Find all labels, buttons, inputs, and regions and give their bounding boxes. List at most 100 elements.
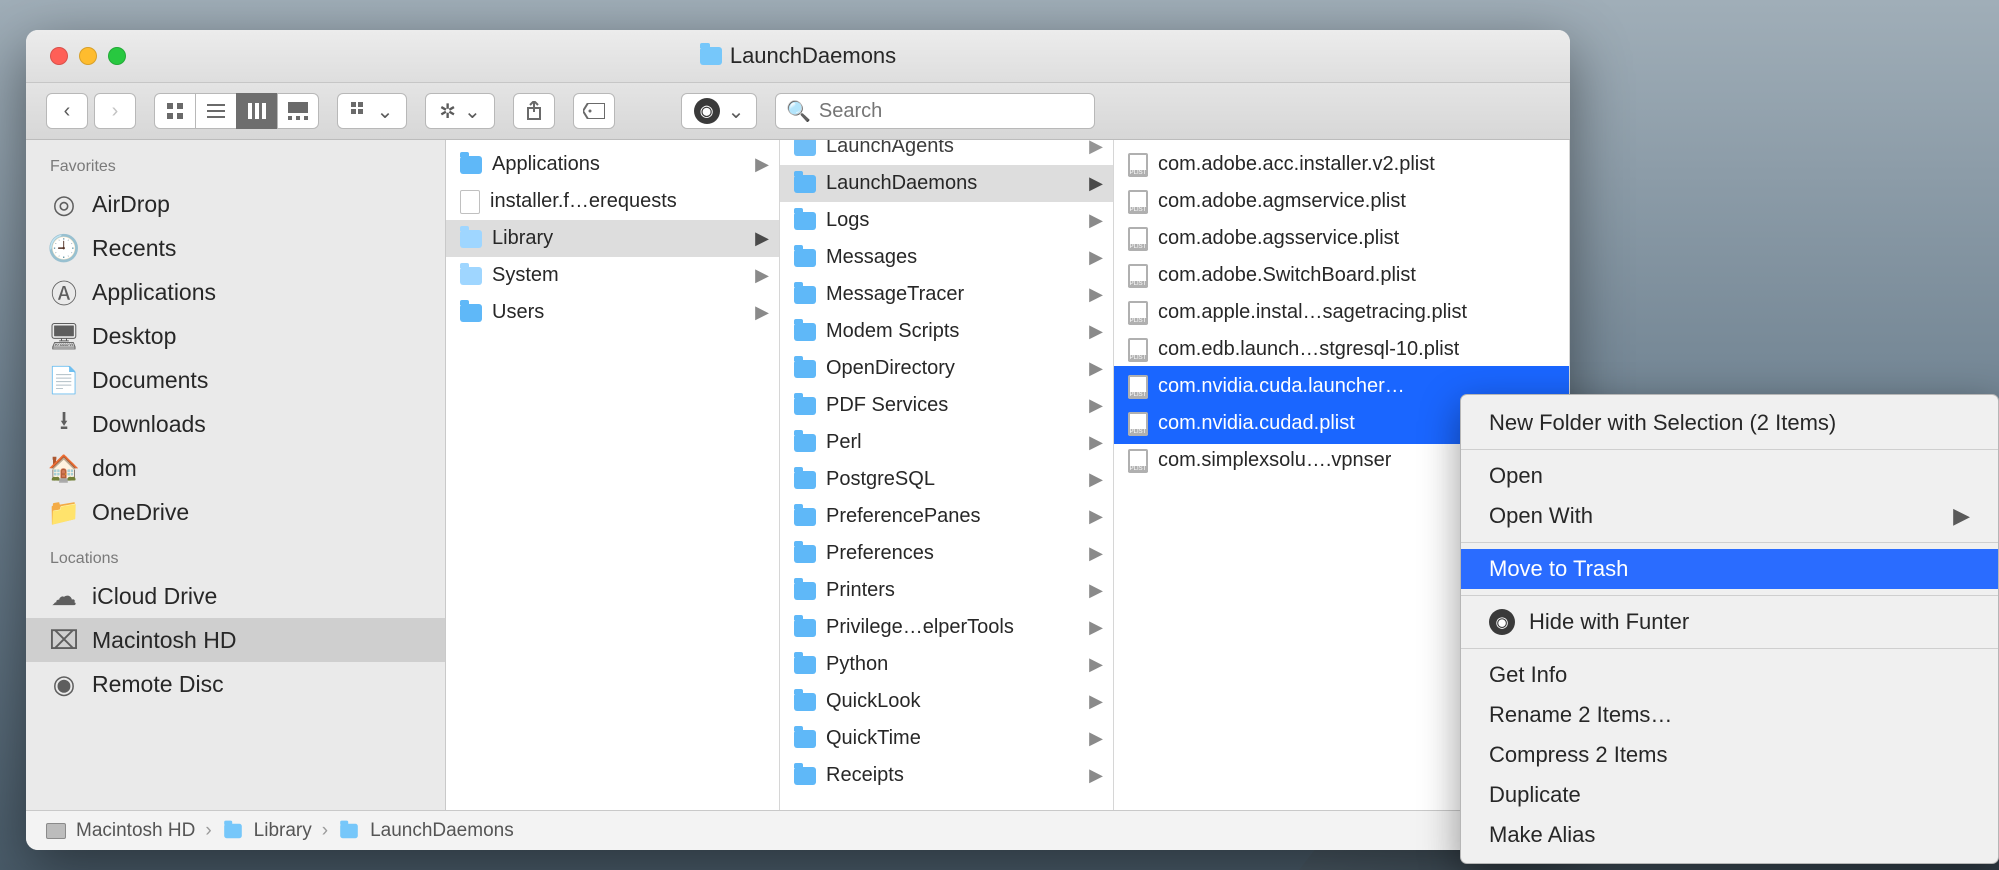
list-row[interactable]: Privilege…elperTools▶ (780, 609, 1113, 646)
row-label: com.apple.instal…sagetracing.plist (1158, 301, 1467, 324)
list-row[interactable]: Python▶ (780, 646, 1113, 683)
list-row[interactable]: Modem Scripts▶ (780, 313, 1113, 350)
sidebar-item-recents[interactable]: 🕘Recents (26, 226, 445, 270)
sidebar-item-macintosh-hd[interactable]: ⌧Macintosh HD (26, 618, 445, 662)
folder-icon (340, 823, 358, 837)
action-button[interactable]: ✲ ⌄ (425, 93, 495, 129)
plist-file-icon (1128, 375, 1148, 399)
sidebar-item-applications[interactable]: ⒶApplications (26, 270, 445, 314)
list-row[interactable]: Logs▶ (780, 202, 1113, 239)
menu-item[interactable]: Open With▶ (1461, 496, 1998, 536)
traffic-lights (26, 47, 126, 65)
list-row[interactable]: LaunchDaemons▶ (780, 165, 1113, 202)
list-row[interactable]: Messages▶ (780, 239, 1113, 276)
list-row[interactable]: installer.f…erequests (446, 183, 779, 220)
view-icons-button[interactable] (154, 93, 196, 129)
folder-icon (794, 360, 816, 378)
list-row[interactable]: Perl▶ (780, 424, 1113, 461)
zoom-window-button[interactable] (108, 47, 126, 65)
row-label: PreferencePanes (826, 505, 981, 528)
menu-item[interactable]: Get Info (1461, 655, 1998, 695)
menu-separator (1461, 542, 1998, 543)
menu-item[interactable]: Compress 2 Items (1461, 735, 1998, 775)
list-row[interactable]: com.adobe.agmservice.plist (1114, 183, 1569, 220)
minimize-window-button[interactable] (79, 47, 97, 65)
row-label: MessageTracer (826, 283, 964, 306)
list-row[interactable]: PostgreSQL▶ (780, 461, 1113, 498)
row-label: QuickTime (826, 727, 921, 750)
chevron-right-icon: ▶ (1089, 469, 1103, 490)
list-row[interactable]: com.apple.instal…sagetracing.plist (1114, 294, 1569, 331)
list-row[interactable]: Applications▶ (446, 146, 779, 183)
search-field[interactable]: 🔍 (775, 93, 1095, 129)
folder-icon (794, 619, 816, 637)
list-row[interactable]: com.edb.launch…stgresql-10.plist (1114, 331, 1569, 368)
folder-icon (700, 47, 722, 65)
group-by-button[interactable]: ⌄ (337, 93, 407, 129)
menu-item[interactable]: Make Alias (1461, 815, 1998, 855)
plist-file-icon (1128, 227, 1148, 251)
list-row[interactable]: com.adobe.acc.installer.v2.plist (1114, 146, 1569, 183)
chevron-down-icon: ⌄ (377, 99, 394, 124)
sidebar-item-home[interactable]: 🏠dom (26, 446, 445, 490)
sidebar-item-icloud[interactable]: ☁iCloud Drive (26, 574, 445, 618)
list-row[interactable]: OpenDirectory▶ (780, 350, 1113, 387)
view-gallery-button[interactable] (277, 93, 319, 129)
pathbar-item[interactable]: Library (254, 820, 312, 842)
row-label: com.nvidia.cuda.launcher… (1158, 375, 1405, 398)
menu-item[interactable]: Duplicate (1461, 775, 1998, 815)
row-label: System (492, 264, 559, 287)
funter-toggle-button[interactable]: ◉ ⌄ (681, 93, 757, 129)
list-row[interactable]: PDF Services▶ (780, 387, 1113, 424)
sidebar-item-airdrop[interactable]: ◎AirDrop (26, 182, 445, 226)
list-row[interactable]: MessageTracer▶ (780, 276, 1113, 313)
chevron-right-icon: ▶ (1953, 503, 1970, 529)
chevron-right-icon: ▶ (1089, 543, 1103, 564)
sidebar-item-remote-disc[interactable]: ◉Remote Disc (26, 662, 445, 706)
sidebar-item-onedrive[interactable]: 📁OneDrive (26, 490, 445, 534)
list-row[interactable]: LaunchAgents▶ (780, 140, 1113, 165)
column-library: LaunchAgents▶LaunchDaemons▶Logs▶Messages… (780, 140, 1114, 810)
list-row[interactable]: Users▶ (446, 294, 779, 331)
apps-icon: Ⓐ (50, 278, 78, 306)
folder-icon (794, 249, 816, 267)
list-row[interactable]: QuickTime▶ (780, 720, 1113, 757)
list-row[interactable]: Library▶ (446, 220, 779, 257)
sidebar-section-header: Locations (26, 544, 445, 574)
menu-item[interactable]: Move to Trash (1461, 549, 1998, 589)
list-row[interactable]: PreferencePanes▶ (780, 498, 1113, 535)
pathbar-item[interactable]: Macintosh HD (76, 820, 195, 842)
hd-icon (46, 823, 66, 839)
back-button[interactable]: ‹ (46, 93, 88, 129)
list-row[interactable]: Preferences▶ (780, 535, 1113, 572)
menu-item[interactable]: New Folder with Selection (2 Items) (1461, 403, 1998, 443)
sidebar-item-desktop[interactable]: 🖥Desktop (26, 314, 445, 358)
list-row[interactable]: Receipts▶ (780, 757, 1113, 794)
menu-item[interactable]: Rename 2 Items… (1461, 695, 1998, 735)
gear-icon: ✲ (439, 99, 456, 124)
menu-item-label: Open (1489, 463, 1543, 489)
list-icon (207, 102, 225, 120)
forward-button[interactable]: › (94, 93, 136, 129)
pathbar-item[interactable]: LaunchDaemons (370, 820, 514, 842)
tags-button[interactable] (573, 93, 615, 129)
chevron-right-icon: ▶ (1089, 395, 1103, 416)
list-row[interactable]: com.adobe.agsservice.plist (1114, 220, 1569, 257)
menu-item[interactable]: Open (1461, 456, 1998, 496)
folder-icon (794, 767, 816, 785)
close-window-button[interactable] (50, 47, 68, 65)
disc-icon: ◉ (50, 670, 78, 698)
list-row[interactable]: Printers▶ (780, 572, 1113, 609)
folder-icon (794, 545, 816, 563)
list-row[interactable]: System▶ (446, 257, 779, 294)
search-input[interactable] (819, 100, 1084, 123)
sidebar-item-downloads[interactable]: ⭳Downloads (26, 402, 445, 446)
menu-item[interactable]: ◉Hide with Funter (1461, 602, 1998, 642)
view-list-button[interactable] (195, 93, 237, 129)
list-row[interactable]: QuickLook▶ (780, 683, 1113, 720)
sidebar-item-documents[interactable]: 📄Documents (26, 358, 445, 402)
share-button[interactable] (513, 93, 555, 129)
list-row[interactable]: com.adobe.SwitchBoard.plist (1114, 257, 1569, 294)
view-columns-button[interactable] (236, 93, 278, 129)
row-label: LaunchAgents (826, 140, 954, 158)
